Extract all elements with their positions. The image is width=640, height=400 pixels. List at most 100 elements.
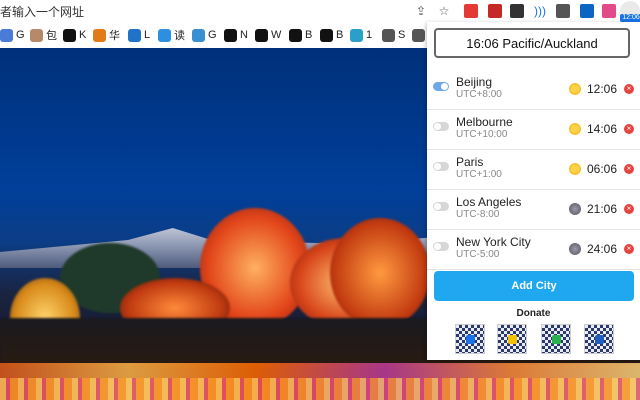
city-time: 14:06 [587, 122, 618, 136]
bookmark-item[interactable]: 1 [350, 27, 372, 43]
city-toggle[interactable] [433, 202, 449, 211]
add-city-button[interactable]: Add City [434, 271, 634, 301]
bookmark-item[interactable]: K [63, 27, 86, 43]
donate-label: Donate [516, 308, 551, 319]
current-timezone-display[interactable]: 16:06 Pacific/Auckland [434, 28, 630, 58]
star-icon[interactable]: ☆ [436, 3, 452, 19]
extension-red-icon[interactable] [464, 4, 478, 18]
city-row: Los Angeles UTC-8:00 21:06 × [427, 190, 640, 230]
bookmark-label: N [240, 29, 248, 41]
city-toggle[interactable] [433, 82, 449, 91]
city-name: Beijing [456, 75, 493, 89]
bookmark-item[interactable]: 包 [30, 27, 57, 43]
qr-center-logo [508, 335, 517, 344]
bookmark-label: L [144, 29, 151, 41]
city-offset: UTC+10:00 [456, 129, 508, 140]
moon-icon [569, 203, 581, 215]
bookmark-item[interactable]: S [382, 27, 405, 43]
bookmark-item[interactable]: N [224, 27, 248, 43]
nyt-icon [224, 28, 237, 42]
remove-city-icon[interactable]: × [624, 124, 634, 134]
city-row: Melbourne UTC+10:00 14:06 × [427, 110, 640, 150]
sparkle-icon [0, 28, 13, 42]
h-logo-icon [63, 28, 76, 42]
city-time: 06:06 [587, 162, 618, 176]
bookmark-item[interactable]: 读 [158, 27, 185, 43]
toggle-knob [434, 163, 441, 170]
remove-city-icon[interactable]: × [624, 84, 634, 94]
city-time: 21:06 [587, 202, 618, 216]
extension-dark-icon[interactable] [510, 4, 524, 18]
toggle-knob [434, 123, 441, 130]
world-clock-popup: 16:06 Pacific/Auckland Beijing UTC+8:00 12… [427, 22, 640, 360]
bookmark-label: B [336, 29, 344, 41]
wechat-pay-qr-icon[interactable] [541, 324, 571, 354]
translate-icon[interactable] [602, 4, 616, 18]
bookmark-label: 1 [366, 29, 373, 41]
city-name: New York City [456, 235, 531, 249]
bookmark-label: G [16, 29, 25, 41]
huawei-icon [93, 28, 106, 42]
qr-center-logo [552, 335, 561, 344]
share-icon[interactable]: ⇪ [413, 3, 429, 19]
city-time: 24:06 [587, 242, 618, 256]
bookmark-label: B [305, 29, 313, 41]
badge-time: 12:06 [620, 14, 640, 22]
bookmark-label: S [398, 29, 406, 41]
bookmark-label: G [208, 29, 217, 41]
city-offset: UTC+1:00 [456, 169, 502, 180]
city-toggle[interactable] [433, 122, 449, 131]
wechat-qr-icon[interactable] [497, 324, 527, 354]
bookmark-item[interactable]: B [289, 27, 312, 43]
v-icon [412, 28, 425, 42]
city-offset: UTC+8:00 [456, 89, 502, 100]
bookmark-label: W [271, 29, 282, 41]
bookmark-label: 包 [46, 30, 57, 42]
city-offset: UTC-5:00 [456, 249, 500, 260]
sun-icon [569, 83, 581, 95]
address-bar[interactable]: 者输入一个网址 ⇪ ☆ ))) 12:06 [0, 0, 640, 22]
ublock-icon[interactable] [488, 4, 502, 18]
toggle-knob [434, 203, 441, 210]
avatar-icon [30, 28, 43, 42]
linkedin-icon[interactable] [580, 4, 594, 18]
qr-center-logo [466, 335, 475, 344]
bookmark-item[interactable]: G [192, 27, 217, 43]
city-toggle[interactable] [433, 162, 449, 171]
bookmark-label: 读 [174, 30, 185, 42]
address-input[interactable]: 者输入一个网址 [0, 3, 84, 20]
bookmark-item[interactable]: L [128, 27, 150, 43]
remove-city-icon[interactable]: × [624, 244, 634, 254]
toggle-knob [441, 83, 448, 90]
city-toggle[interactable] [433, 242, 449, 251]
basket-icon [192, 28, 205, 42]
reader-icon[interactable] [556, 4, 570, 18]
city-time: 12:06 [587, 82, 618, 96]
bookmark-label: 华 [109, 30, 120, 42]
city-name: Paris [456, 155, 484, 169]
toggle-knob [434, 243, 441, 250]
wsj-icon [255, 28, 268, 42]
bookmark-item[interactable]: G [0, 27, 25, 43]
city-name: Los Angeles [456, 195, 522, 209]
bookmark-label: K [79, 29, 87, 41]
globe-icon [350, 28, 363, 42]
bookmark-item[interactable]: B [320, 27, 343, 43]
city-row: New York City UTC-5:00 24:06 × [427, 230, 640, 270]
bookmark-item[interactable]: 华 [93, 27, 120, 43]
bookmark-item[interactable]: W [255, 27, 281, 43]
sun-icon [569, 163, 581, 175]
alipay-qr-icon[interactable] [455, 324, 485, 354]
audio-wave-icon[interactable]: ))) [532, 3, 548, 19]
remove-city-icon[interactable]: × [624, 164, 634, 174]
city-row: Beijing UTC+8:00 12:06 × [427, 70, 640, 110]
world-clock-extension-icon[interactable]: 12:06 [620, 1, 640, 22]
chat-icon [158, 28, 171, 42]
moon-icon [569, 243, 581, 255]
city-row: Paris UTC+1:00 06:06 × [427, 150, 640, 190]
s-icon [382, 28, 395, 42]
paypal-qr-icon[interactable] [584, 324, 614, 354]
qr-center-logo [595, 335, 604, 344]
remove-city-icon[interactable]: × [624, 204, 634, 214]
city-name: Melbourne [456, 115, 513, 129]
